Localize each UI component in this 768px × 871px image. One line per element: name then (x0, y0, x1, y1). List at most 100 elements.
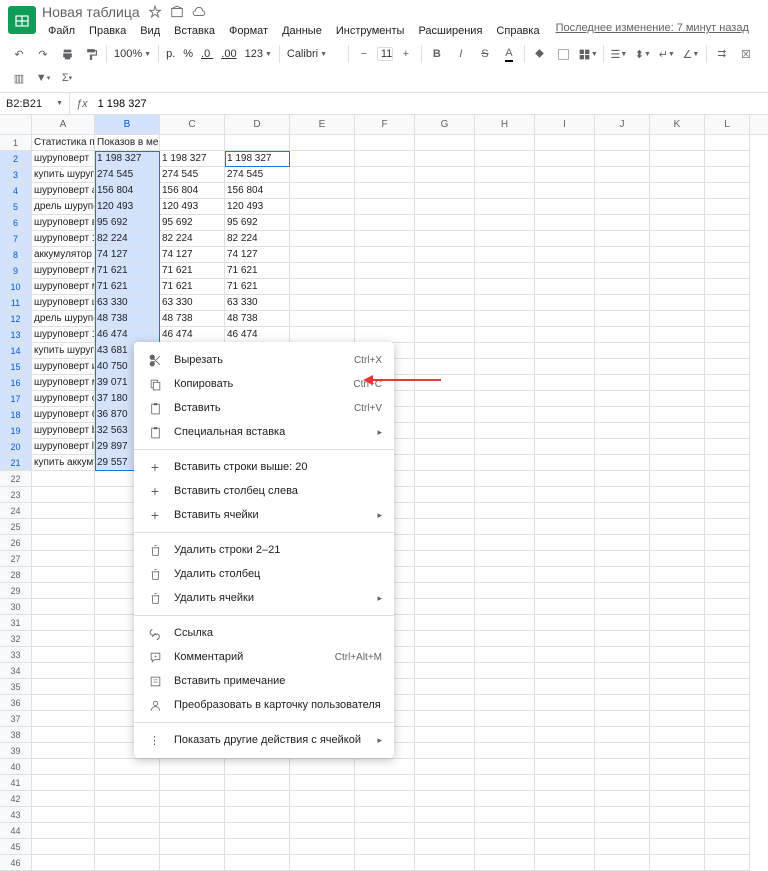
cell[interactable] (475, 423, 535, 439)
cell[interactable] (535, 775, 595, 791)
cell[interactable]: 95 692 (95, 215, 160, 231)
row-header[interactable]: 10 (0, 279, 32, 295)
cell[interactable] (355, 279, 415, 295)
cell[interactable]: 74 127 (160, 247, 225, 263)
cell[interactable] (355, 247, 415, 263)
cell[interactable] (650, 311, 705, 327)
cell[interactable] (535, 407, 595, 423)
cell[interactable] (705, 247, 750, 263)
cell[interactable] (595, 775, 650, 791)
cell[interactable] (32, 519, 95, 535)
cell[interactable] (650, 423, 705, 439)
cell[interactable] (355, 327, 415, 343)
cell[interactable] (650, 343, 705, 359)
cell[interactable] (595, 839, 650, 855)
cell[interactable] (225, 855, 290, 871)
cell[interactable] (595, 647, 650, 663)
cell[interactable] (475, 503, 535, 519)
cell[interactable] (650, 455, 705, 471)
ctx-plus[interactable]: +Вставить ячейки▸ (134, 503, 394, 527)
cell[interactable] (415, 647, 475, 663)
cell[interactable] (705, 807, 750, 823)
col-header-K[interactable]: K (650, 115, 705, 134)
cell[interactable] (32, 663, 95, 679)
cell[interactable] (32, 599, 95, 615)
cell[interactable] (595, 151, 650, 167)
chart-button[interactable]: ▥ (8, 67, 30, 89)
cell[interactable]: 71 621 (225, 279, 290, 295)
cell[interactable] (595, 439, 650, 455)
cell[interactable] (650, 439, 705, 455)
undo-button[interactable]: ↶ (8, 43, 30, 65)
menu-данные[interactable]: Данные (276, 22, 328, 40)
cell[interactable] (705, 215, 750, 231)
text-color-button[interactable]: A (498, 43, 520, 65)
cell[interactable] (595, 791, 650, 807)
col-header-F[interactable]: F (355, 115, 415, 134)
cell[interactable]: 48 738 (95, 311, 160, 327)
cell[interactable]: 274 545 (225, 167, 290, 183)
cell[interactable] (290, 231, 355, 247)
row-header[interactable]: 42 (0, 791, 32, 807)
cell[interactable] (650, 215, 705, 231)
cell[interactable] (415, 343, 475, 359)
cell[interactable]: Статистика по сл (32, 135, 95, 151)
menu-вставка[interactable]: Вставка (168, 22, 221, 40)
cell[interactable] (705, 439, 750, 455)
cell[interactable] (160, 807, 225, 823)
cell[interactable] (475, 167, 535, 183)
halign-button[interactable]: ☰▼ (608, 43, 630, 65)
cell[interactable] (595, 199, 650, 215)
row-header[interactable]: 36 (0, 695, 32, 711)
cell[interactable] (705, 135, 750, 151)
cell[interactable] (705, 711, 750, 727)
cell[interactable]: 63 330 (225, 295, 290, 311)
cell[interactable] (415, 663, 475, 679)
cell[interactable] (535, 439, 595, 455)
last-edit-link[interactable]: Последнее изменение: 7 минут назад (556, 22, 749, 40)
cell[interactable] (535, 551, 595, 567)
cell[interactable] (475, 631, 535, 647)
cell[interactable] (415, 471, 475, 487)
ctx-more[interactable]: ⋮Показать другие действия с ячейкой▸ (134, 728, 394, 752)
cell[interactable]: 71 621 (160, 263, 225, 279)
cell[interactable] (290, 135, 355, 151)
cell[interactable] (475, 791, 535, 807)
cell[interactable] (705, 663, 750, 679)
cell[interactable] (650, 775, 705, 791)
cell[interactable] (355, 855, 415, 871)
col-header-D[interactable]: D (225, 115, 290, 134)
valign-button[interactable]: ⬍▼ (632, 43, 654, 65)
col-header-A[interactable]: A (32, 115, 95, 134)
cell[interactable] (595, 407, 650, 423)
row-header[interactable]: 34 (0, 663, 32, 679)
row-header[interactable]: 6 (0, 215, 32, 231)
cell[interactable] (595, 167, 650, 183)
cell[interactable] (595, 583, 650, 599)
cell[interactable] (705, 375, 750, 391)
cell[interactable]: аккумулятор +д (32, 247, 95, 263)
cell[interactable] (415, 807, 475, 823)
cell[interactable] (705, 615, 750, 631)
cell[interactable] (650, 135, 705, 151)
cell[interactable] (535, 615, 595, 631)
cell[interactable] (535, 631, 595, 647)
row-header[interactable]: 24 (0, 503, 32, 519)
row-header[interactable]: 31 (0, 615, 32, 631)
cell[interactable] (535, 247, 595, 263)
cell[interactable] (595, 535, 650, 551)
cell[interactable] (415, 407, 475, 423)
cell[interactable] (415, 455, 475, 471)
cell[interactable] (32, 503, 95, 519)
cell[interactable] (475, 855, 535, 871)
cell[interactable] (650, 231, 705, 247)
cell[interactable] (705, 727, 750, 743)
cell[interactable] (290, 855, 355, 871)
cell[interactable]: шуруповерт инт (32, 359, 95, 375)
cell[interactable] (225, 135, 290, 151)
cell[interactable]: шуруповерт (32, 151, 95, 167)
cell[interactable] (32, 551, 95, 567)
cell[interactable] (595, 615, 650, 631)
cell[interactable] (415, 215, 475, 231)
cell[interactable] (650, 583, 705, 599)
